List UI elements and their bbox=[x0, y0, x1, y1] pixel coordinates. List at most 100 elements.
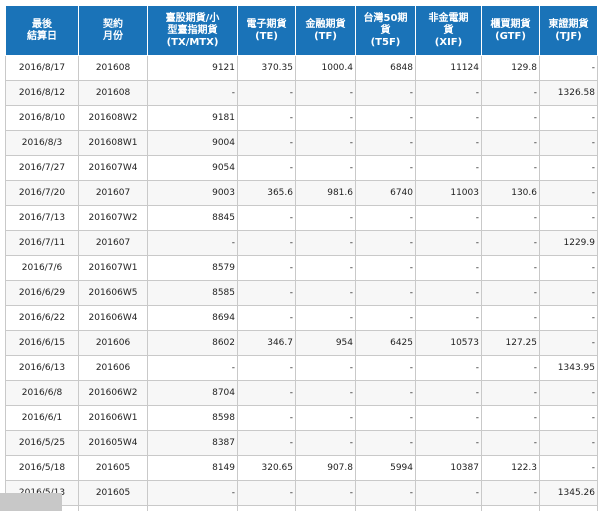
cell-t5f: - bbox=[355, 430, 416, 456]
column-header-line: (TJF) bbox=[555, 30, 582, 42]
cell-tf: - bbox=[295, 155, 356, 181]
cell-te: - bbox=[237, 355, 296, 381]
cell-tf: 907.8 bbox=[295, 455, 356, 481]
column-header-tf: 金融期貨 (TF) bbox=[295, 5, 356, 56]
cell-t5f: - bbox=[355, 305, 416, 331]
table-body: 2016/8/17 201608 9121 370.35 1000.4 6848 11124… bbox=[5, 55, 598, 511]
cell-tx: - bbox=[147, 230, 238, 256]
cell-t5f: - bbox=[355, 380, 416, 406]
column-header-line: 契約 bbox=[103, 18, 123, 30]
cell-tx: 8139 bbox=[147, 505, 238, 511]
cell-tf: - bbox=[295, 380, 356, 406]
cell-xif: - bbox=[415, 405, 482, 431]
table-row: 2016/5/18 201605 8149 320.65 907.8 5994 10387 1… bbox=[5, 455, 598, 481]
cell-tjf: - bbox=[539, 55, 598, 81]
cell-xif: 11003 bbox=[415, 180, 482, 206]
cell-xif: - bbox=[415, 255, 482, 281]
cell-month: 201607W2 bbox=[78, 205, 148, 231]
table-row: 1201605W28139------ bbox=[5, 505, 598, 511]
cell-tx: 8387 bbox=[147, 430, 238, 456]
cell-xif: - bbox=[415, 230, 482, 256]
cell-tjf: - bbox=[539, 280, 598, 306]
table-row: 2016/6/29 201606W5 8585- - - - - - bbox=[5, 280, 598, 306]
cell-date: 2016/6/29 bbox=[5, 280, 79, 306]
cell-date: 2016/7/20 bbox=[5, 180, 79, 206]
table-header: 最後 結算日 契約 月份 臺股期貨/小 型臺指期貨 (TX/MTX) 電子期貨 (TE) 金融期貨… bbox=[5, 5, 598, 56]
cell-xif: - bbox=[415, 505, 482, 511]
cell-gtf: - bbox=[481, 405, 540, 431]
cell-t5f: - bbox=[355, 505, 416, 511]
cell-date: 2016/7/27 bbox=[5, 155, 79, 181]
cell-gtf: - bbox=[481, 280, 540, 306]
cell-month: 201606 bbox=[78, 355, 148, 381]
cell-tjf: - bbox=[539, 180, 598, 206]
cell-month: 201606W5 bbox=[78, 280, 148, 306]
cell-gtf: - bbox=[481, 205, 540, 231]
cell-gtf: - bbox=[481, 480, 540, 506]
cell-gtf: - bbox=[481, 255, 540, 281]
cell-xif: - bbox=[415, 355, 482, 381]
cell-month: 201607W4 bbox=[78, 155, 148, 181]
column-header-line: (GTF) bbox=[495, 30, 526, 42]
cell-tf: 954 bbox=[295, 330, 356, 356]
cell-gtf: - bbox=[481, 105, 540, 131]
table-row: 2016/7/27 201607W4 9054- - - - - - bbox=[5, 155, 598, 181]
cell-te: 346.7 bbox=[237, 330, 296, 356]
cell-tjf: 1326.58 bbox=[539, 80, 598, 106]
cell-te: - bbox=[237, 255, 296, 281]
cell-xif: - bbox=[415, 155, 482, 181]
column-header-line: 貨 bbox=[443, 24, 454, 36]
cell-gtf: 122.3 bbox=[481, 455, 540, 481]
cell-tjf: 1345.26 bbox=[539, 480, 598, 506]
column-header-te: 電子期貨 (TE) bbox=[237, 5, 296, 56]
cell-xif: - bbox=[415, 430, 482, 456]
table-row: 2016/6/8 201606W2 8704- - - - - - bbox=[5, 380, 598, 406]
table-row: 2016/8/10 201608W2 9181- - - - - - bbox=[5, 105, 598, 131]
cell-date: 2016/7/6 bbox=[5, 255, 79, 281]
cell-tx: - bbox=[147, 355, 238, 381]
cell-gtf: - bbox=[481, 305, 540, 331]
column-header-line: (XIF) bbox=[434, 36, 463, 48]
cell-month: 201605 bbox=[78, 455, 148, 481]
table-row: 2016/6/15 201606 8602 346.7 954 6425 10573 127.… bbox=[5, 330, 598, 356]
table-row: 2016/6/13 201606- - - - - -1343.95 bbox=[5, 355, 598, 381]
cell-tx: 8694 bbox=[147, 305, 238, 331]
cell-tf: 1000.4 bbox=[295, 55, 356, 81]
cell-tjf: - bbox=[539, 505, 598, 511]
cell-t5f: - bbox=[355, 80, 416, 106]
cell-t5f: - bbox=[355, 280, 416, 306]
cell-gtf: - bbox=[481, 430, 540, 456]
cell-te: - bbox=[237, 480, 296, 506]
column-header-month: 契約 月份 bbox=[78, 5, 148, 56]
cell-t5f: - bbox=[355, 205, 416, 231]
cell-gtf: - bbox=[481, 155, 540, 181]
cell-date: 2016/6/8 bbox=[5, 380, 79, 406]
cell-t5f: - bbox=[355, 480, 416, 506]
cell-tx: 8602 bbox=[147, 330, 238, 356]
cell-tf: - bbox=[295, 480, 356, 506]
column-header-line: 月份 bbox=[103, 30, 123, 42]
cell-date: 2016/6/13 bbox=[5, 355, 79, 381]
cell-t5f: - bbox=[355, 105, 416, 131]
cell-tjf: - bbox=[539, 205, 598, 231]
cell-tjf: - bbox=[539, 380, 598, 406]
cell-date: 2016/8/3 bbox=[5, 130, 79, 156]
cell-gtf: - bbox=[481, 380, 540, 406]
cell-te: - bbox=[237, 405, 296, 431]
table-row: 2016/8/12 201608- - - - - -1326.58 bbox=[5, 80, 598, 106]
cell-tjf: - bbox=[539, 105, 598, 131]
column-header-line: 櫃買期貨 bbox=[490, 18, 531, 30]
cell-tf: - bbox=[295, 280, 356, 306]
cell-date: 2016/8/10 bbox=[5, 105, 79, 131]
cell-date: 2016/7/11 bbox=[5, 230, 79, 256]
cell-tx: 8704 bbox=[147, 380, 238, 406]
cell-xif: - bbox=[415, 305, 482, 331]
cell-t5f: 6425 bbox=[355, 330, 416, 356]
column-header-line: (TE) bbox=[255, 30, 278, 42]
cell-tf: 981.6 bbox=[295, 180, 356, 206]
cell-xif: - bbox=[415, 380, 482, 406]
table-row: 2016/8/3 201608W1 9004- - - - - - bbox=[5, 130, 598, 156]
cell-gtf: 127.25 bbox=[481, 330, 540, 356]
cell-date: 2016/5/18 bbox=[5, 455, 79, 481]
column-header-line: 台灣50期 bbox=[363, 12, 408, 24]
